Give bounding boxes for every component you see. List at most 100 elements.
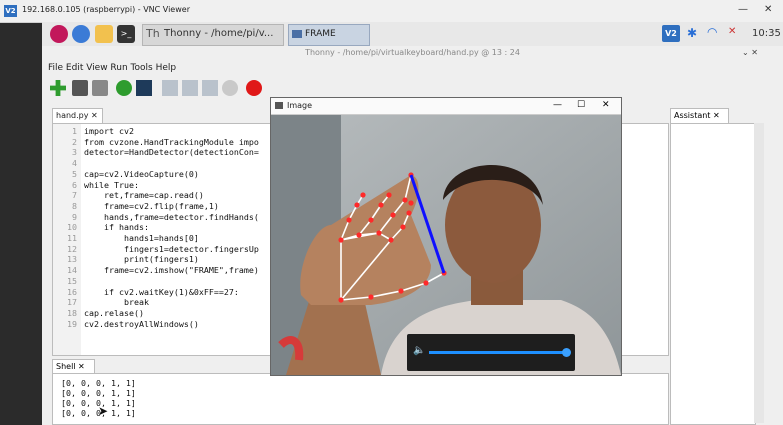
vnc-window-title: 192.168.0.105 (raspberrypi) - VNC Viewer <box>22 5 190 14</box>
code-line: cap.relase() <box>84 307 144 318</box>
line-number: 1 <box>72 126 77 136</box>
volume-overlay[interactable]: 🔈 <box>407 334 575 371</box>
debug-icon[interactable] <box>136 80 152 96</box>
terminal-icon[interactable]: >_ <box>117 25 135 43</box>
line-number: 17 <box>67 297 77 308</box>
code-line: import cv2 <box>84 126 134 136</box>
save-file-icon[interactable] <box>92 80 108 96</box>
code-line: hands1=hands[0] <box>84 233 199 243</box>
assistant-panel <box>670 123 756 425</box>
code-line: from cvzone.HandTrackingModule impo <box>84 136 259 147</box>
line-number: 19 <box>67 318 77 329</box>
line-number: 3 <box>72 147 77 158</box>
speaker-icon: 🔈 <box>413 345 426 356</box>
taskbar-frame-label: FRAME <box>305 29 336 39</box>
step-over-icon[interactable] <box>162 80 178 96</box>
raspberry-menu-icon[interactable] <box>50 25 68 43</box>
assistant-tab[interactable]: Assistant ✕ <box>670 108 729 123</box>
menubar[interactable]: File Edit View Run Tools Help <box>48 63 176 73</box>
pi-taskbar: >_ Th Thonny - /home/pi/v... FRAME V2 ✱ … <box>42 22 783 47</box>
hand-landmark <box>376 230 382 236</box>
volume-muted-icon[interactable]: ✕ <box>728 26 736 37</box>
code-line: fingers1=detector.fingersUp <box>84 243 259 254</box>
shell-panel[interactable]: [0, 0, 0, 1, 1] [0, 0, 0, 1, 1] [0, 0, 0, … <box>52 373 669 425</box>
mouse-cursor-icon: ➤ <box>98 404 109 418</box>
open-file-icon[interactable] <box>72 80 88 96</box>
code-line: cv2.destroyAllWindows() <box>84 318 199 329</box>
hand-landmark <box>356 232 362 238</box>
code-line: frame=cv2.imshow("FRAME",frame) <box>84 265 259 276</box>
hand-landmark <box>338 297 344 303</box>
image-minimize-button[interactable]: — <box>553 100 562 110</box>
folder-icon[interactable] <box>95 25 113 43</box>
hand-landmark <box>368 217 374 223</box>
image-close-button[interactable]: ✕ <box>602 100 610 110</box>
resume-icon[interactable] <box>222 80 238 96</box>
thonny-window-controls[interactable]: ⌄ ✕ <box>742 48 758 57</box>
code-line: frame=cv2.flip(frame,1) <box>84 200 219 211</box>
hand-landmark <box>406 210 412 216</box>
line-number: 2 <box>72 136 77 147</box>
line-number: 6 <box>72 179 77 190</box>
code-line: cap=cv2.VideoCapture(0) <box>84 168 199 179</box>
line-number: 7 <box>72 190 77 201</box>
hand-landmark <box>354 202 360 208</box>
image-window-icon <box>275 102 283 109</box>
line-number: 15 <box>67 275 77 286</box>
hand-landmark <box>338 237 344 243</box>
window-icon <box>292 30 302 38</box>
hand-landmark <box>368 294 374 300</box>
shell-output-line: [0, 0, 0, 1, 1] <box>61 378 136 388</box>
line-number: 12 <box>67 243 77 254</box>
line-number: 8 <box>72 200 77 211</box>
line-number: 9 <box>72 211 77 222</box>
run-icon[interactable] <box>116 80 132 96</box>
wifi-icon[interactable]: ◠ <box>707 25 717 39</box>
code-line: hands,frame=detector.findHands( <box>84 211 259 222</box>
shell-output-line: [0, 0, 0, 1, 1] <box>61 388 136 398</box>
code-line: print(fingers1) <box>84 254 199 265</box>
line-number: 14 <box>67 265 77 276</box>
new-file-icon[interactable] <box>50 80 66 96</box>
editor-tab-hand-py[interactable]: hand.py ✕ <box>52 108 103 123</box>
thonny-app-icon: Th <box>146 27 160 40</box>
hand-landmark <box>360 192 366 198</box>
scrollbar[interactable] <box>754 123 764 423</box>
clock: 10:35 <box>752 28 781 39</box>
volume-track <box>429 348 572 357</box>
vnc-tray-icon[interactable]: V2 <box>662 25 680 42</box>
shell-tab[interactable]: Shell ✕ <box>52 359 95 374</box>
image-maximize-button[interactable]: ☐ <box>577 100 585 110</box>
code-line: break <box>84 297 149 308</box>
line-number: 10 <box>67 222 77 233</box>
code-line: if hands: <box>84 222 149 233</box>
line-number: 4 <box>72 158 77 169</box>
vnc-minimize-button[interactable]: — <box>738 4 748 15</box>
image-window-title: Image <box>287 101 313 110</box>
code-line: detector=HandDetector(detectionCon= <box>84 147 259 158</box>
taskbar-frame-button[interactable]: FRAME <box>288 24 370 46</box>
taskbar-thonny-label: Thonny - /home/pi/v... <box>164 28 274 39</box>
vnc-close-button[interactable]: ✕ <box>764 4 772 15</box>
vnc-logo-icon: V2 <box>4 5 17 17</box>
line-number: 5 <box>72 168 77 179</box>
line-number: 16 <box>67 286 77 297</box>
volume-slider-knob[interactable] <box>562 348 572 357</box>
line-number: 13 <box>67 254 77 265</box>
hand-landmark <box>408 200 414 206</box>
hand-landmark <box>398 288 404 294</box>
step-out-icon[interactable] <box>202 80 218 96</box>
code-line: ret,frame=cap.read() <box>84 190 204 201</box>
stop-icon[interactable] <box>246 80 262 96</box>
hand-landmark <box>346 217 352 223</box>
image-window: Image — ☐ ✕ 🔈 <box>270 97 622 376</box>
line-number-gutter: 1 2 3 4 5 6 7 8 9 10 11 12 13 14 15 16 17 18 19 <box>53 124 81 355</box>
vnc-titlebar: V2 192.168.0.105 (raspberrypi) - VNC Vie… <box>0 0 783 23</box>
bluetooth-icon[interactable]: ✱ <box>687 26 697 40</box>
hand-landmark <box>386 192 392 198</box>
hand-landmark <box>390 212 396 218</box>
code-line: while True: <box>84 179 139 190</box>
browser-icon[interactable] <box>72 25 90 43</box>
hand-landmark <box>402 197 408 203</box>
step-into-icon[interactable] <box>182 80 198 96</box>
